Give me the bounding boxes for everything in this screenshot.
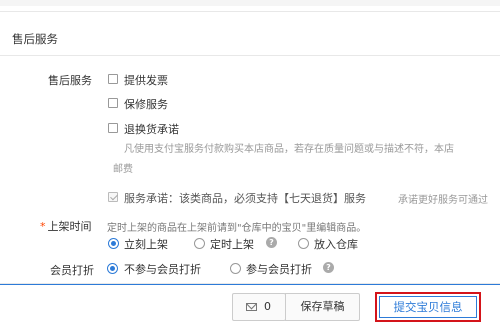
return-note-text-cont: 邮费 (113, 164, 133, 175)
message-count: 0 (264, 300, 271, 313)
service-promise-checkbox[interactable] (108, 192, 118, 202)
service-promise-label: 服务承诺：该类商品，必须支持【七天退货】服务 (124, 192, 366, 205)
scheduled-listing-radio[interactable] (194, 238, 205, 249)
after-sales-label: 售后服务 (48, 74, 92, 87)
submit-item-button[interactable]: 提交宝贝信息 (379, 296, 477, 318)
service-promise-side-note: 承诺更好服务可通过 (398, 195, 488, 206)
section-title: 售后服务 (12, 32, 58, 46)
list-now-radio[interactable] (108, 238, 119, 249)
listing-time-hint: 定时上架的商品在上架前请到"仓库中的宝贝"里编辑商品。 (107, 223, 367, 234)
message-button[interactable]: 0 (232, 293, 286, 321)
return-note-text: 凡使用支付宝服务付款购买本店商品，若存在质量问题或与描述不符，本店 (124, 144, 454, 155)
return-promise-option-label: 退换货承诺 (124, 123, 179, 136)
store-in-warehouse-radio[interactable] (298, 238, 309, 249)
invoice-option-label: 提供发票 (124, 74, 168, 87)
help-icon[interactable]: ? (323, 262, 334, 273)
member-discount-option-label: 参与会员打折 (246, 263, 312, 276)
listing-time-label: * 上架时间 (40, 218, 92, 234)
scheduled-listing-label: 定时上架 (210, 238, 254, 251)
warranty-checkbox[interactable] (108, 98, 118, 108)
top-divider (0, 0, 500, 12)
return-promise-checkbox[interactable] (108, 123, 118, 133)
save-draft-button[interactable]: 保存草稿 (285, 293, 360, 321)
section-header: 售后服务 (0, 22, 500, 56)
store-in-warehouse-label: 放入仓库 (314, 238, 358, 251)
no-member-discount-label: 不参与会员打折 (124, 263, 201, 276)
listing-time-label-text: 上架时间 (47, 220, 92, 233)
list-now-label: 立刻上架 (124, 238, 168, 251)
help-icon[interactable]: ? (266, 237, 277, 248)
member-discount-label: 会员打折 (50, 264, 94, 277)
envelope-icon (246, 303, 257, 311)
required-mark: * (40, 220, 46, 233)
invoice-checkbox[interactable] (108, 74, 118, 84)
warranty-option-label: 保修服务 (124, 98, 168, 111)
no-member-discount-radio[interactable] (107, 263, 118, 274)
submit-highlight: 提交宝贝信息 (375, 292, 481, 322)
member-discount-radio[interactable] (230, 263, 241, 274)
